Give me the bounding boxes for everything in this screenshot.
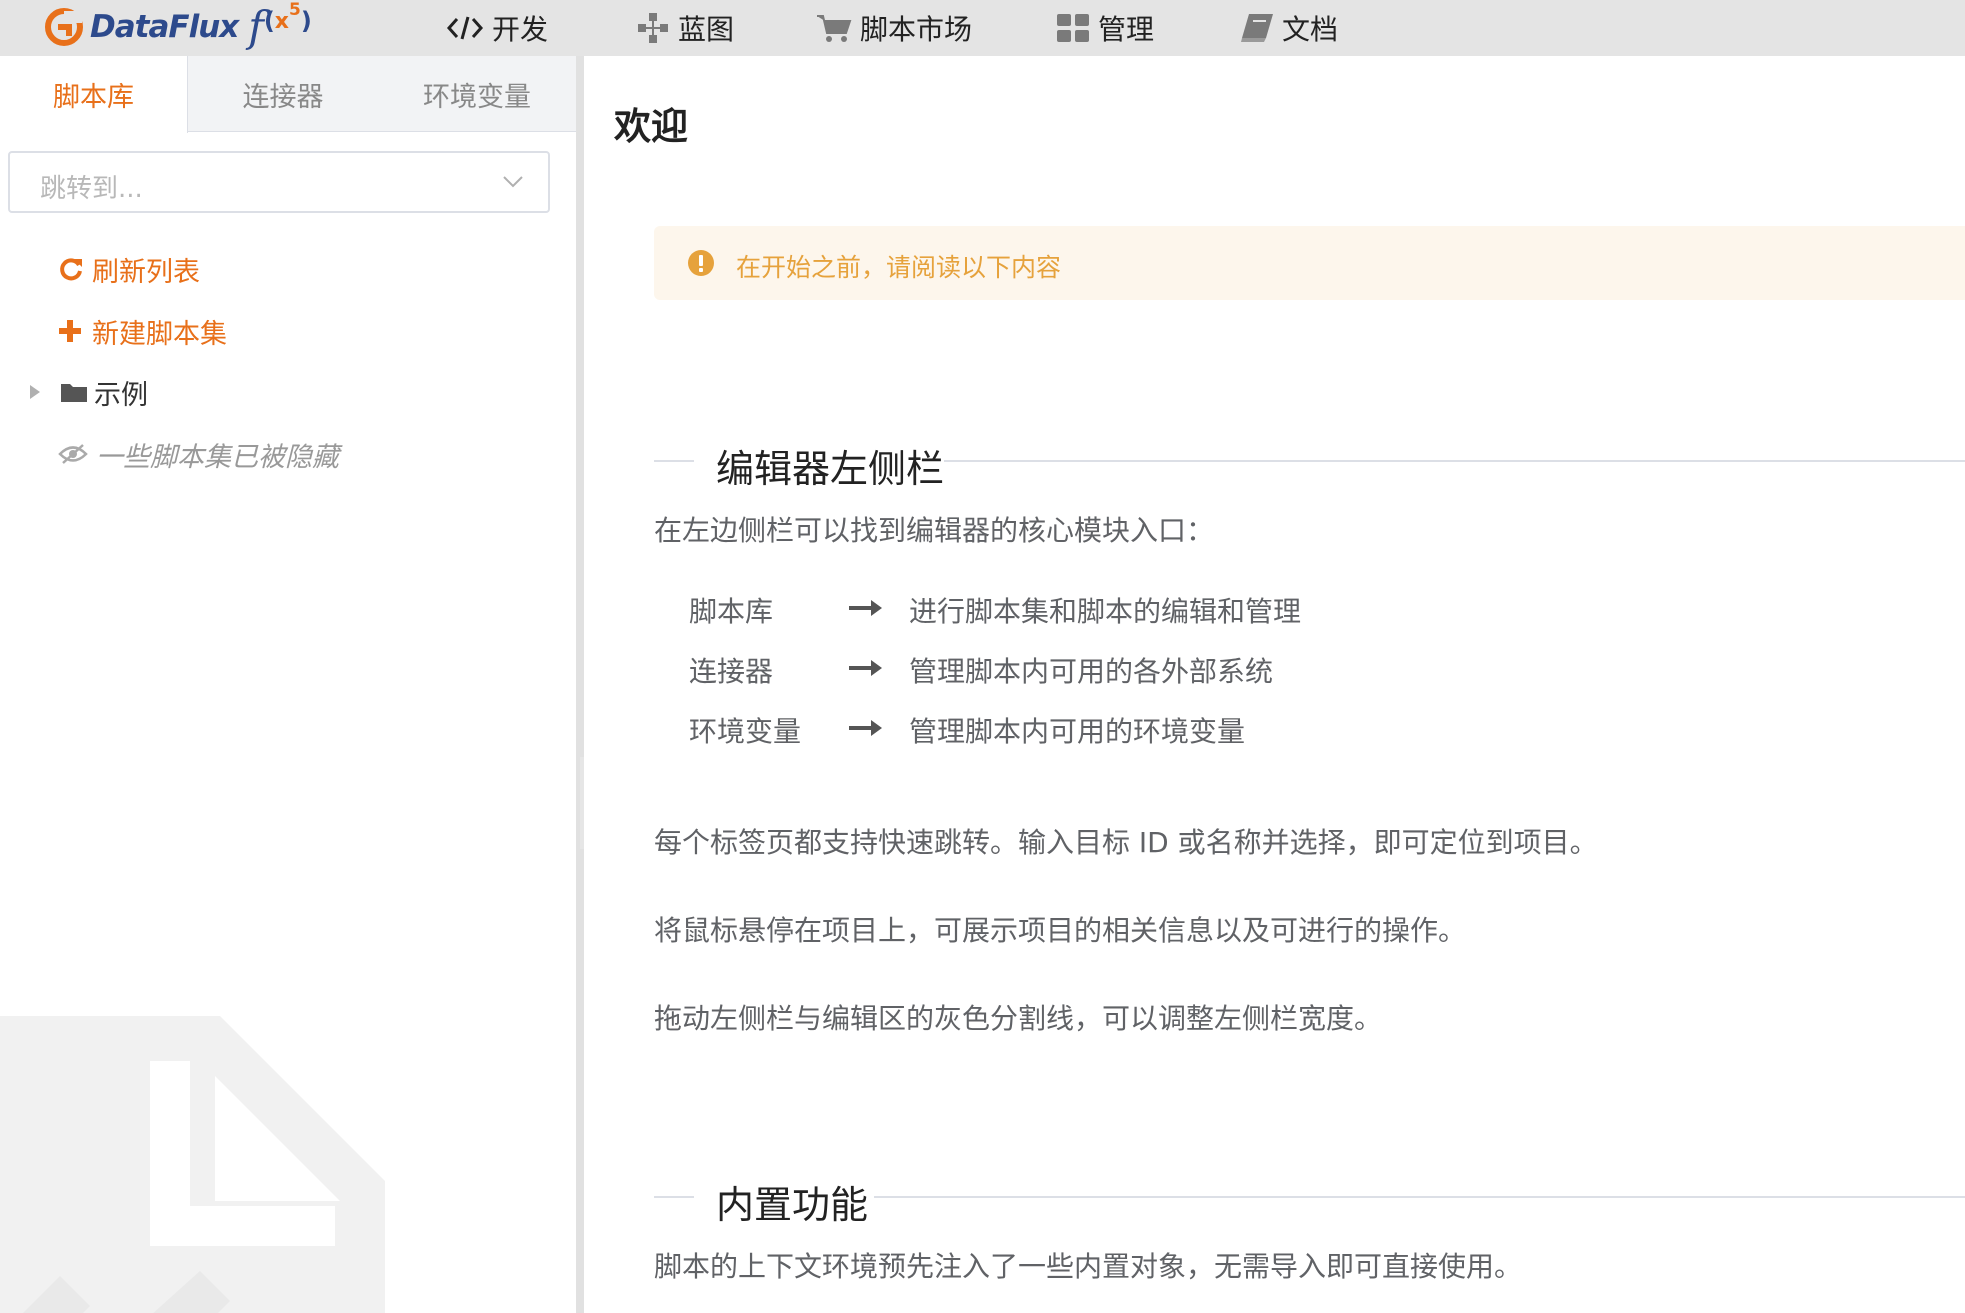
script-file-watermark-icon	[0, 1016, 385, 1313]
sidebar-intro-text: 在左边侧栏可以找到编辑器的核心模块入口：	[654, 514, 1215, 547]
dataflux-logo-icon	[45, 8, 83, 46]
section-divider-builtin: 内置功能	[654, 1166, 1965, 1227]
refresh-list-button[interactable]: 刷新列表	[58, 249, 200, 289]
module-name: 连接器	[689, 655, 774, 688]
brand-paren-open: (	[263, 7, 275, 35]
resize-sidebar-text: 拖动左侧栏与编辑区的灰色分割线，可以调整左侧栏宽度。	[654, 1002, 1383, 1035]
sidebar: 脚本库 连接器 环境变量 跳转到... 刷新列表 新建脚本集 示例 一些脚本集已…	[0, 56, 576, 1313]
dataflux-logo[interactable]: DataFlux f ( x 5 )	[44, 0, 312, 52]
jump-to-select[interactable]: 跳转到...	[8, 151, 550, 213]
module-desc: 管理脚本内可用的环境变量	[909, 715, 1246, 748]
tree-folder-example-label: 示例	[94, 379, 148, 411]
grid-icon	[1057, 14, 1089, 42]
tab-script-lib-label: 脚本库	[53, 82, 134, 113]
module-desc: 管理脚本内可用的各外部系统	[909, 655, 1274, 688]
nav-manage[interactable]: 管理	[1056, 0, 1154, 56]
book-icon	[1241, 14, 1273, 42]
chevron-down-icon	[503, 176, 523, 188]
sidebar-tabbar: 脚本库 连接器 环境变量	[0, 56, 576, 133]
sidebar-splitter[interactable]	[576, 56, 584, 1313]
tab-env-vars[interactable]: 环境变量	[378, 56, 576, 132]
arrow-right-icon	[849, 720, 882, 736]
warning-alert: 在开始之前，请阅读以下内容	[654, 226, 1965, 300]
quick-jump-text: 每个标签页都支持快速跳转。输入目标 ID 或名称并选择，即可定位到项目。	[654, 826, 1598, 859]
nav-manage-label: 管理	[1098, 13, 1155, 46]
arrow-right-icon	[849, 600, 882, 616]
nav-blueprint-label: 蓝图	[678, 13, 735, 46]
tree-folder-example[interactable]: 示例	[28, 372, 148, 412]
nav-develop-label: 开发	[492, 13, 549, 46]
refresh-icon	[60, 258, 82, 281]
nav-docs[interactable]: 文档	[1240, 0, 1338, 56]
warning-circle-icon	[688, 250, 714, 276]
top-navbar: DataFlux f ( x 5 ) 开发 蓝图 脚本市场 管理 文档	[0, 0, 1965, 56]
divider-line	[654, 1196, 694, 1198]
nav-blueprint[interactable]: 蓝图	[636, 0, 734, 56]
hidden-sets-notice: 一些脚本集已被隐藏	[58, 434, 339, 474]
divider-line	[874, 1196, 1965, 1198]
nav-docs-label: 文档	[1282, 13, 1339, 46]
blueprint-icon	[638, 13, 668, 43]
tab-env-vars-label: 环境变量	[423, 81, 531, 113]
alert-message: 在开始之前，请阅读以下内容	[736, 253, 1062, 282]
hover-info-text: 将鼠标悬停在项目上，可展示项目的相关信息以及可进行的操作。	[654, 914, 1467, 947]
module-name: 环境变量	[689, 715, 802, 748]
nav-develop[interactable]: 开发	[446, 0, 548, 56]
main-content: 欢迎 在开始之前，请阅读以下内容 编辑器左侧栏 在左边侧栏可以找到编辑器的核心模…	[584, 56, 1965, 1313]
plus-icon	[59, 320, 81, 342]
new-script-set-label: 新建脚本集	[92, 318, 227, 350]
refresh-list-label: 刷新列表	[92, 256, 200, 288]
new-script-set-button[interactable]: 新建脚本集	[58, 311, 227, 351]
brand-paren-close: )	[300, 7, 312, 35]
section-heading-sidebar: 编辑器左侧栏	[716, 447, 945, 491]
brand-name: DataFlux	[90, 9, 239, 45]
divider-line	[654, 460, 694, 462]
module-name: 脚本库	[689, 595, 774, 628]
brand-version: 5	[288, 0, 301, 20]
eye-slash-icon	[58, 444, 88, 464]
builtin-intro-text: 脚本的上下文环境预先注入了一些内置对象，无需导入即可直接使用。	[654, 1250, 1523, 1283]
section-divider-sidebar: 编辑器左侧栏	[654, 430, 1965, 491]
folder-icon	[61, 384, 87, 402]
tab-script-lib[interactable]: 脚本库	[0, 56, 188, 133]
arrow-right-icon	[849, 660, 882, 676]
brand-fx: f	[248, 2, 264, 51]
brand-x: x	[274, 8, 289, 34]
cart-icon	[817, 15, 852, 42]
code-icon	[446, 16, 484, 40]
nav-script-market-label: 脚本市场	[860, 13, 973, 46]
divider-line	[944, 460, 1965, 462]
caret-right-icon[interactable]	[28, 383, 42, 401]
page-title: 欢迎	[614, 105, 688, 148]
tab-connectors[interactable]: 连接器	[188, 56, 378, 132]
nav-script-market[interactable]: 脚本市场	[816, 0, 972, 56]
jump-to-placeholder: 跳转到...	[40, 174, 143, 204]
module-desc: 进行脚本集和脚本的编辑和管理	[909, 595, 1302, 628]
tab-connectors-label: 连接器	[242, 81, 324, 113]
hidden-sets-label: 一些脚本集已被隐藏	[96, 441, 339, 473]
section-heading-builtin: 内置功能	[716, 1183, 869, 1227]
